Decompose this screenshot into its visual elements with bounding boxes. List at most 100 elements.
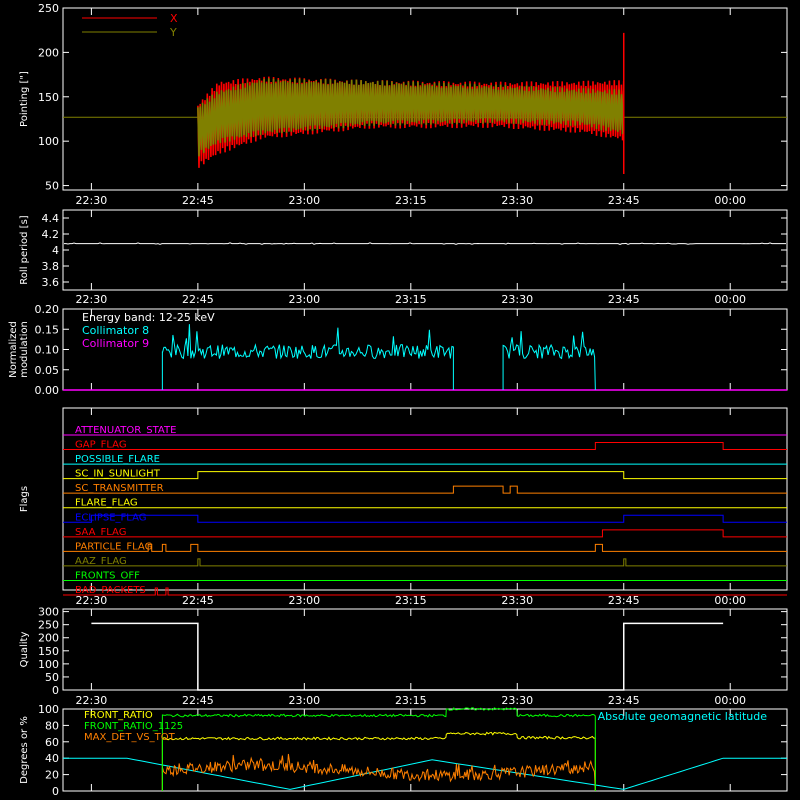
legend-label-x: X (170, 12, 178, 25)
series-quality (91, 622, 724, 691)
x-tick-label: 23:15 (395, 293, 427, 306)
y-tick-label: 3.8 (42, 260, 60, 273)
flag-line-aaz_flag (63, 558, 787, 567)
series-collimator-8 (161, 324, 454, 391)
y-tick-label: 200 (38, 46, 59, 59)
x-tick-label: 23:30 (501, 594, 533, 607)
flag-label-possible_flare: POSSIBLE_FLARE (75, 454, 160, 465)
x-tick-label: 23:45 (608, 293, 640, 306)
flag-label-bad_packets: BAD_PACKETS (75, 585, 146, 596)
flag-line-particle_flag (63, 543, 787, 552)
y-tick-label: 4 (52, 244, 59, 257)
flag-line-sc_transmitter (63, 485, 787, 494)
x-tick-label: 23:15 (395, 694, 427, 707)
x-tick-label: 00:00 (714, 194, 746, 207)
y-tick-label: 4.4 (42, 212, 60, 225)
legend-label-front_ratio: FRONT_RATIO (84, 710, 153, 721)
y-axis-label: Pointing ["] (19, 71, 30, 127)
y-axis-label: Degrees or % (19, 716, 30, 784)
energy-band-annotation: Energy band: 12-25 keV (82, 311, 215, 324)
x-tick-label: 23:00 (288, 594, 320, 607)
panel-modulation: 0.00 0.05 0.10 0.15 0.20 Normalized modulation… (8, 303, 788, 397)
series-roll-period (64, 242, 786, 245)
y-tick-label: 150 (38, 91, 59, 104)
y-tick-label: 0.20 (35, 303, 60, 316)
x-tick-label: 23:15 (395, 194, 427, 207)
y-tick-label: 3.6 (42, 276, 60, 289)
panel-quality: 22:30 22:45 23:00 23:15 23:30 23:45 00:00 05010… (19, 606, 788, 707)
panel-flags: 22:30 22:45 23:00 23:15 23:30 23:45 00:00Flags… (19, 407, 788, 607)
x-tick-label: 22:45 (182, 293, 214, 306)
x-tick-label: 23:15 (395, 594, 427, 607)
x-tick-label: 23:45 (608, 694, 640, 707)
flag-label-particle_flag: PARTICLE_FLAG (75, 541, 152, 552)
flag-line-saa_flag (63, 529, 787, 538)
y-tick-label: 200 (38, 632, 59, 645)
y-axis-label: Quality (19, 632, 30, 668)
y-tick-label: 250 (38, 2, 59, 15)
x-tick-label: 23:00 (288, 194, 320, 207)
flag-label-sc_transmitter: SC_TRANSMITTER (75, 483, 164, 494)
y-tick-label: 50 (45, 671, 59, 684)
y-tick-label: 100 (38, 703, 59, 716)
x-tick-label: 23:30 (501, 194, 533, 207)
flag-label-flare_flag: FLARE_FLAG (75, 498, 138, 509)
y-tick-label: 250 (38, 619, 59, 632)
flag-label-saa_flag: SAA_FLAG (75, 527, 126, 538)
panel-pointing: 22:30 22:45 23:00 23:15 23:30 23:45 00:00 50 100… (19, 2, 788, 207)
y-tick-label: 100 (38, 135, 59, 148)
x-tick-label: 22:45 (182, 694, 214, 707)
y-tick-label: 100 (38, 658, 59, 671)
legend-label-max_det_vs_tot: MAX_DET_VS_TOT (84, 732, 176, 743)
y-tick-label: 20 (45, 769, 59, 782)
y-tick-label: 0.10 (35, 344, 60, 357)
x-tick-label: 22:30 (76, 293, 108, 306)
y-tick-label: 60 (45, 736, 59, 749)
x-tick-label: 23:00 (288, 293, 320, 306)
panel-ratios: 0 20 40 60 80 100 Degrees or % FRONT_RATIOFRONT… (19, 703, 788, 798)
x-tick-label: 22:30 (76, 194, 108, 207)
legend-label-geomagnetic-latitude: Absolute geomagnetic latitude (598, 710, 768, 723)
x-tick-label: 22:45 (182, 194, 214, 207)
y-tick-label: 4.2 (42, 228, 60, 241)
x-tick-label: 23:45 (608, 194, 640, 207)
flag-label-sc_in_sunlight: SC_IN_SUNLIGHT (75, 469, 161, 480)
y-tick-label: 300 (38, 606, 59, 619)
x-tick-label: 23:30 (501, 694, 533, 707)
legend-label-front_ratio_1125: FRONT_RATIO_1125 (84, 721, 183, 732)
legend-label-collimator: Collimator 9 (82, 337, 149, 350)
x-tick-label: 22:45 (182, 594, 214, 607)
flag-label-aaz_flag: AAZ_FLAG (75, 556, 127, 567)
y-tick-label: 0 (52, 684, 59, 697)
y-tick-label: 50 (45, 180, 59, 193)
flag-line-gap_flag (63, 442, 787, 451)
series-max-det-vs-tot (161, 753, 596, 792)
y-axis-label: Flags (19, 486, 30, 512)
flag-label-fronts_off: FRONTS_OFF (75, 570, 140, 581)
x-tick-label: 00:00 (714, 694, 746, 707)
y-tick-label: 150 (38, 645, 59, 658)
y-axis-label: modulation (19, 321, 30, 378)
x-tick-label: 23:45 (608, 594, 640, 607)
y-tick-label: 80 (45, 719, 59, 732)
x-tick-label: 00:00 (714, 594, 746, 607)
series-collimator-8 (502, 331, 596, 391)
flag-label-eclipse_flag: ECLIPSE_FLAG (75, 512, 146, 523)
x-tick-label: 00:00 (714, 293, 746, 306)
flag-label-attenuator_state: ATTENUATOR_STATE (75, 425, 176, 436)
y-tick-label: 0.05 (35, 364, 60, 377)
legend-label-y: Y (169, 26, 177, 39)
panel-roll-period: 22:30 22:45 23:00 23:15 23:30 23:45 00:00 3.6 3.… (19, 209, 788, 306)
y-axis-label: Roll period [s] (19, 215, 30, 284)
flag-label-gap_flag: GAP_FLAG (75, 440, 127, 451)
x-tick-label: 23:00 (288, 694, 320, 707)
y-axis-label: Normalized (8, 321, 19, 378)
legend-label-collimator: Collimator 8 (82, 324, 149, 337)
y-tick-label: 0 (52, 785, 59, 798)
panel-frame (62, 608, 788, 691)
series-front_ratio_1125 (161, 707, 596, 792)
flag-line-eclipse_flag (63, 514, 787, 523)
flag-line-sc_in_sunlight (63, 471, 787, 480)
y-tick-label: 40 (45, 752, 59, 765)
panel-frame (62, 209, 788, 291)
